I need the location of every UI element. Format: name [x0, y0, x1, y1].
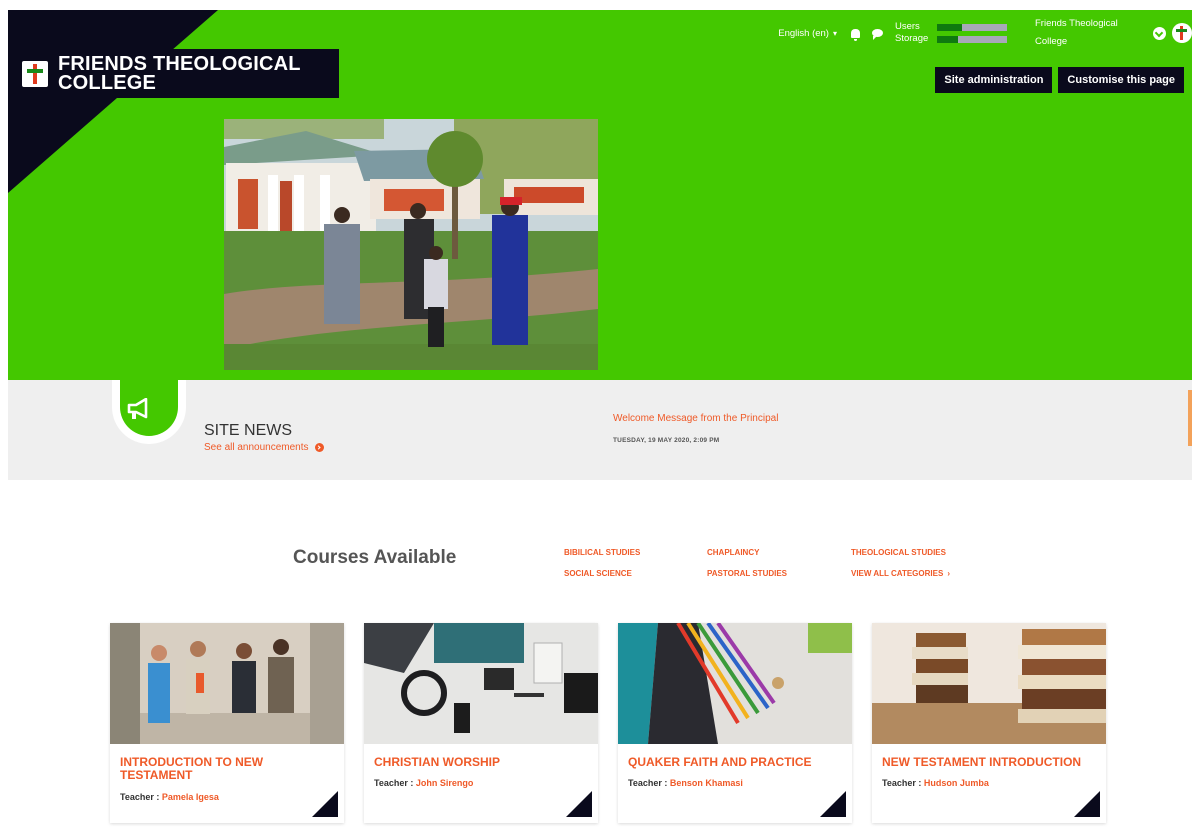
course-title[interactable]: INTRODUCTION TO NEW TESTAMENT: [120, 756, 320, 782]
user-avatar[interactable]: [1172, 23, 1192, 43]
campus-photo: [224, 119, 598, 370]
site-administration-button[interactable]: Site administration: [935, 67, 1053, 93]
side-scroll-tab[interactable]: [1188, 390, 1192, 446]
megaphone-icon: [127, 398, 148, 419]
course-teacher: Teacher : John Sirengo: [374, 778, 473, 788]
site-name: FRIENDS THEOLOGICAL COLLEGE: [58, 52, 301, 94]
card-corner-fold: [312, 791, 338, 817]
course-card[interactable]: CHRISTIAN WORSHIP Teacher : John Sirengo: [364, 623, 598, 823]
hero-corner-decoration: [8, 10, 218, 193]
messages-icon[interactable]: [872, 29, 883, 40]
hero-banner: FRIENDS THEOLOGICAL COLLEGE English (en)…: [8, 10, 1192, 380]
chevron-down-icon[interactable]: [1153, 26, 1166, 40]
teacher-name-link[interactable]: Hudson Jumba: [924, 778, 989, 788]
course-teacher: Teacher : Benson Khamasi: [628, 778, 743, 788]
see-all-announcements-link[interactable]: See all announcements: [204, 442, 324, 453]
category-link[interactable]: SOCIAL SCIENCE: [564, 569, 707, 579]
top-navbar: English (en) ▾ Users Storage Friends The…: [778, 18, 1192, 48]
page-actions: Site administration Customise this page: [929, 67, 1184, 93]
site-news-strip: SITE NEWS See all announcements Welcome …: [8, 378, 1192, 480]
caret-down-icon: ▾: [832, 28, 837, 38]
notification-bell-icon[interactable]: [851, 28, 860, 41]
user-menu-name[interactable]: Friends Theological College: [1035, 15, 1145, 51]
teacher-name-link[interactable]: Pamela Igesa: [162, 792, 219, 802]
language-label: English (en): [778, 27, 829, 39]
college-logo-icon: [22, 60, 48, 87]
course-cards: INTRODUCTION TO NEW TESTAMENT Teacher : …: [110, 621, 1126, 823]
card-corner-fold: [1074, 791, 1100, 817]
course-title[interactable]: CHRISTIAN WORSHIP: [374, 756, 574, 769]
teacher-label: Teacher :: [882, 778, 924, 788]
course-title[interactable]: NEW TESTAMENT INTRODUCTION: [882, 756, 1082, 769]
course-teacher: Teacher : Pamela Igesa: [120, 792, 219, 802]
course-card[interactable]: QUAKER FAITH AND PRACTICE Teacher : Bens…: [618, 621, 852, 823]
news-item-date: TUESDAY, 19 MAY 2020, 2:09 PM: [613, 437, 720, 444]
users-quota-label: Users: [895, 21, 920, 32]
course-image: [618, 621, 852, 744]
teacher-label: Teacher :: [374, 778, 416, 788]
teacher-name-link[interactable]: John Sirengo: [416, 778, 474, 788]
language-menu[interactable]: English (en) ▾: [778, 28, 837, 39]
chevron-right-circle-icon: [314, 443, 324, 452]
category-link[interactable]: BIBILICAL STUDIES: [564, 548, 707, 558]
course-image: [110, 623, 344, 744]
category-link[interactable]: CHAPLAINCY: [707, 548, 851, 558]
course-teacher: Teacher : Hudson Jumba: [882, 778, 989, 788]
card-corner-fold: [566, 791, 592, 817]
course-image: [872, 623, 1106, 744]
view-all-categories-label: VIEW ALL CATEGORIES: [851, 569, 944, 578]
courses-heading: Courses Available: [293, 547, 457, 568]
teacher-label: Teacher :: [120, 792, 162, 802]
users-quota-fill: [937, 24, 962, 31]
see-all-announcements-label: See all announcements: [204, 442, 309, 453]
category-link[interactable]: THEOLOGICAL STUDIES: [851, 548, 981, 558]
site-logo-link[interactable]: FRIENDS THEOLOGICAL COLLEGE: [12, 49, 339, 98]
news-item-link[interactable]: Welcome Message from the Principal: [613, 413, 778, 424]
teacher-name-link[interactable]: Benson Khamasi: [670, 778, 743, 788]
customise-page-button[interactable]: Customise this page: [1058, 67, 1184, 93]
card-corner-fold: [820, 791, 846, 817]
chevron-right-icon: ›: [947, 569, 950, 578]
storage-quota-label: Storage: [895, 33, 929, 44]
category-links: BIBILICAL STUDIES CHAPLAINCY THEOLOGICAL…: [564, 548, 981, 579]
storage-quota-bar: [937, 36, 1007, 43]
users-quota-bar: [937, 24, 1007, 31]
site-news-title: SITE NEWS: [204, 422, 293, 439]
category-link[interactable]: PASTORAL STUDIES: [707, 569, 851, 579]
quota-panel: Users Storage: [895, 22, 1007, 44]
course-card[interactable]: INTRODUCTION TO NEW TESTAMENT Teacher : …: [110, 623, 344, 823]
teacher-label: Teacher :: [628, 778, 670, 788]
course-image: [364, 623, 598, 744]
view-all-categories-link[interactable]: VIEW ALL CATEGORIES ›: [851, 569, 981, 579]
storage-quota-fill: [937, 36, 958, 43]
course-card[interactable]: NEW TESTAMENT INTRODUCTION Teacher : Hud…: [872, 623, 1106, 823]
course-title[interactable]: QUAKER FAITH AND PRACTICE: [628, 756, 828, 769]
page: FRIENDS THEOLOGICAL COLLEGE English (en)…: [8, 10, 1192, 829]
